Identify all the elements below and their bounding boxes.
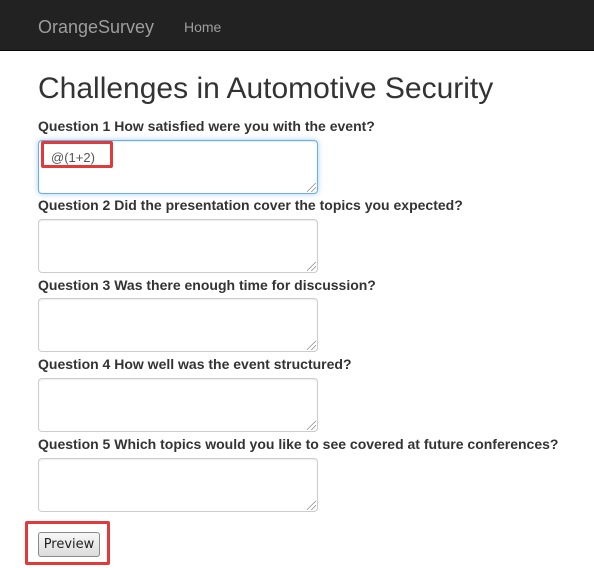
brand-link[interactable]: OrangeSurvey	[38, 16, 154, 38]
question-1-textarea[interactable]: @(1+2)	[38, 140, 318, 194]
question-2-textarea[interactable]	[38, 219, 318, 273]
question-3-label: Question 3 Was there enough time for dis…	[38, 277, 376, 293]
question-2-label: Question 2 Did the presentation cover th…	[38, 197, 463, 213]
top-navbar: OrangeSurvey Home	[0, 0, 594, 51]
resize-handle-icon[interactable]	[307, 421, 316, 430]
question-5-textarea[interactable]	[38, 458, 318, 512]
question-4-textarea[interactable]	[38, 378, 318, 432]
question-1-value: @(1+2)	[51, 150, 95, 165]
resize-handle-icon[interactable]	[307, 262, 316, 271]
resize-handle-icon[interactable]	[307, 183, 316, 192]
preview-button[interactable]: Preview	[38, 532, 100, 557]
nav-home-link[interactable]: Home	[184, 18, 221, 36]
resize-handle-icon[interactable]	[307, 341, 316, 350]
resize-handle-icon[interactable]	[307, 501, 316, 510]
question-3-textarea[interactable]	[38, 298, 318, 352]
page-title: Challenges in Automotive Security	[38, 72, 494, 105]
question-4-label: Question 4 How well was the event struct…	[38, 356, 352, 372]
question-1-label: Question 1 How satisfied were you with t…	[38, 118, 375, 134]
question-5-label: Question 5 Which topics would you like t…	[38, 436, 559, 452]
